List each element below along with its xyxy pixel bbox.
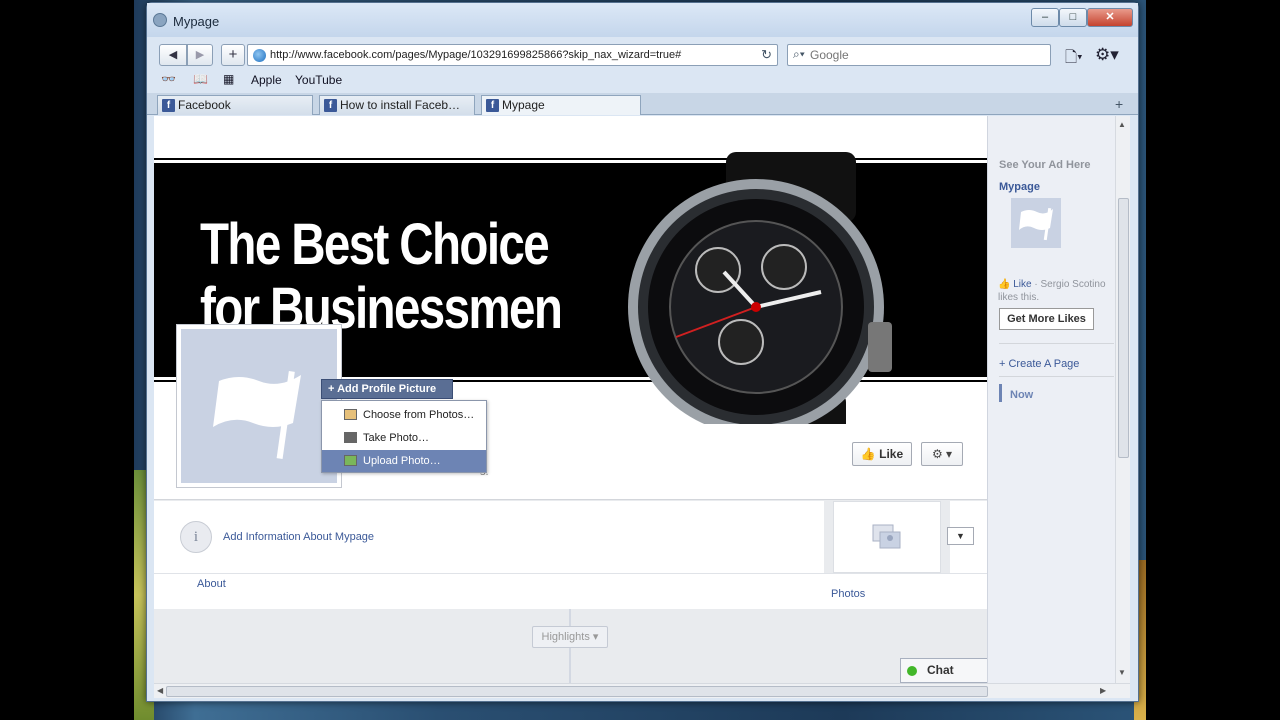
globe-icon [253,49,266,62]
menu-take-photo[interactable]: Take Photo… [322,427,486,449]
tab-facebook[interactable]: f Facebook [157,95,313,115]
back-button[interactable]: ◀ [159,44,187,66]
profile-placeholder [181,329,337,483]
thumbs-up-icon: 👍 [998,279,1011,290]
facebook-icon: f [324,99,337,112]
sidebar-page-name[interactable]: Mypage [999,181,1040,193]
upload-icon [344,455,357,466]
bookmarks-bar: 👓 📖 ▦ Apple YouTube [147,69,1138,91]
like-button[interactable]: 👍 Like [852,442,912,466]
facebook-icon: f [162,99,175,112]
bookmarks-book-icon[interactable]: 📖 [193,72,208,86]
horizontal-scrollbar[interactable]: ◀ ▶ [154,683,1130,698]
divider [999,343,1114,344]
info-icon: i [180,521,212,553]
sidebar-like-line: 👍 Like · Sergio Scotino likes this. [998,278,1110,304]
scroll-right-icon[interactable]: ▶ [1100,686,1106,695]
cover-headline-line1: The Best Choice [200,212,550,277]
sidebar-like-link[interactable]: Like [1013,279,1031,290]
tab-label: Mypage [502,98,545,112]
browser-window: Mypage – □ ✕ ◀ ▶ + http://www.facebook.c… [146,2,1139,702]
tab-mypage[interactable]: f Mypage [481,95,641,115]
sections-dropdown-button[interactable]: ▼ [947,527,974,545]
search-input[interactable] [810,48,1040,62]
chat-label: Chat [927,663,954,677]
scroll-left-icon[interactable]: ◀ [157,686,163,695]
about-panel: i Add Information About Mypage [154,501,824,573]
top-spacer [154,116,987,152]
vertical-scroll-thumb[interactable] [1118,198,1129,458]
add-profile-picture-button[interactable]: + Add Profile Picture [321,379,453,399]
minimize-button[interactable]: – [1031,8,1059,27]
timeline-main: The Best Choice for Businessmen 👍 Like ⚙… [154,116,1096,683]
tab-bar: f Facebook f How to install Faceb… f Myp… [147,93,1138,115]
window-title: Mypage [173,14,220,29]
title-bar[interactable]: Mypage – □ ✕ [147,3,1138,37]
tab-label: How to install Faceb… [340,98,461,112]
divider [999,376,1114,377]
menu-label: Upload Photo… [363,455,441,467]
forward-button[interactable]: ▶ [187,44,213,66]
photos-panel[interactable] [833,501,941,573]
get-more-likes-button[interactable]: Get More Likes [999,308,1094,330]
add-information-link[interactable]: Add Information About Mypage [223,531,374,543]
scroll-up-icon[interactable]: ▲ [1118,120,1126,129]
highlights-dropdown[interactable]: Highlights ▾ [532,626,608,648]
reading-list-icon[interactable]: 👓 [161,72,176,86]
facebook-icon: f [486,99,499,112]
vertical-scrollbar[interactable]: ▲ ▼ [1115,116,1130,683]
scroll-down-icon[interactable]: ▼ [1118,668,1126,677]
menu-choose-from-photos[interactable]: Choose from Photos… [322,404,486,426]
bookmark-apple[interactable]: Apple [251,73,282,87]
profile-picture[interactable] [176,324,342,488]
settings-gear-icon[interactable]: ⚙▾ [1095,45,1119,65]
app-icon [153,13,167,27]
horizontal-scroll-thumb[interactable] [166,686,988,697]
new-tab-button[interactable]: + [221,44,245,66]
maximize-button[interactable]: □ [1059,8,1087,27]
camera-icon [344,432,357,443]
search-bar[interactable]: ⌕▾ [787,44,1051,66]
reload-icon[interactable]: ↻ [761,47,772,63]
menu-upload-photo[interactable]: Upload Photo… [322,450,486,472]
photos-icon [872,524,901,549]
timeline-now-link[interactable]: Now [1010,389,1033,401]
page-content: The Best Choice for Businessmen 👍 Like ⚙… [154,116,1130,683]
sidebar-page-thumbnail[interactable] [1011,198,1061,248]
right-sidebar: See Your Ad Here Mypage 👍 Like · Sergio … [987,116,1115,683]
navigation-bar: ◀ ▶ + http://www.facebook.com/pages/Mypa… [147,37,1138,69]
like-label: Like [879,447,904,461]
tab-label: Facebook [178,98,231,112]
menu-label: Choose from Photos… [363,409,475,421]
timeline-now-marker [999,384,1002,402]
close-button[interactable]: ✕ [1087,8,1133,27]
ad-header[interactable]: See Your Ad Here [999,159,1091,171]
watch-image [628,152,892,460]
tab-how-to-install[interactable]: f How to install Faceb… [319,95,475,115]
chat-online-icon [907,666,917,676]
url-text[interactable]: http://www.facebook.com/pages/Mypage/103… [270,49,681,61]
page-settings-button[interactable]: ⚙ ▾ [921,442,963,466]
create-page-link[interactable]: + Create A Page [999,358,1079,370]
profile-picture-menu: Choose from Photos… Take Photo… Upload P… [321,400,487,473]
photo-album-icon [344,409,357,420]
menu-label: Take Photo… [363,432,430,444]
flag-icon [213,370,301,459]
bookmark-youtube[interactable]: YouTube [295,73,342,87]
top-sites-grid-icon[interactable]: ▦ [223,72,234,86]
photos-link[interactable]: Photos [831,588,865,600]
add-tab-icon[interactable]: + [1115,96,1123,112]
search-icon[interactable]: ⌕▾ [793,47,805,62]
flag-icon [1019,208,1053,241]
address-bar[interactable]: http://www.facebook.com/pages/Mypage/103… [247,44,778,66]
about-link[interactable]: About [197,578,226,590]
section-labels: About Photos [154,573,987,609]
